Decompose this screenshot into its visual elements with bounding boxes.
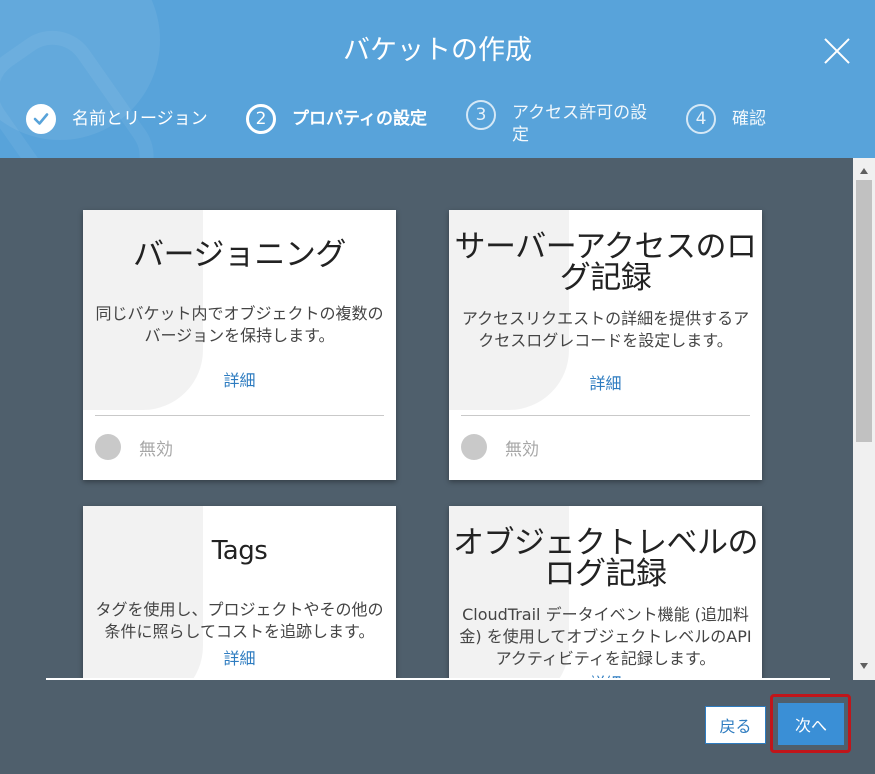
card-description: 同じバケット内でオブジェクトの複数のバージョンを保持します。 [95, 304, 384, 345]
card-background-icon [83, 506, 203, 680]
create-bucket-dialog: バケットの作成 名前とリージョン 2 プロパティの設定 3 アクセス許可の設 定… [0, 0, 875, 774]
scroll-thumb[interactable] [856, 180, 872, 442]
card-tags[interactable]: Tags タグを使用し、プロジェクトやその他の条件に照らしてコストを追跡します。… [83, 506, 396, 680]
card-title: バージョニング [133, 237, 346, 273]
checkmark-icon [26, 104, 56, 134]
step-number: 4 [686, 104, 716, 134]
card-title: オブジェクトレベルの ログ記録 [453, 525, 759, 592]
radio-dot-icon [95, 434, 121, 460]
details-link[interactable]: 詳細 [589, 370, 621, 394]
card-object-level-logging[interactable]: オブジェクトレベルの ログ記録 CloudTrail データイベント機能 (追加… [449, 506, 762, 680]
card-server-access-logging[interactable]: サーバーアクセスのロ グ記録 アクセスリクエストの詳細を提供するアクセスログレコ… [449, 210, 762, 480]
details-link[interactable]: 詳細 [223, 367, 255, 391]
dialog-title: バケットの作成 [343, 35, 532, 66]
next-button[interactable]: 次へ [778, 703, 844, 745]
step-review[interactable]: 4 確認 [686, 104, 766, 134]
step-number: 2 [246, 104, 276, 134]
scroll-down-arrow-icon[interactable] [860, 663, 868, 669]
radio-dot-icon [461, 434, 487, 460]
dialog-header: バケットの作成 名前とリージョン 2 プロパティの設定 3 アクセス許可の設 定… [0, 0, 875, 158]
card-description: タグを使用し、プロジェクトやその他の条件に照らしてコストを追跡します。 [95, 600, 384, 641]
toggle-label: 無効 [505, 439, 539, 460]
step-label: 名前とリージョン [72, 109, 208, 129]
step-permissions[interactable]: 3 アクセス許可の設 定 [466, 100, 686, 146]
step-name-and-region[interactable]: 名前とリージョン [26, 104, 208, 134]
logging-toggle[interactable]: 無効 [461, 434, 539, 460]
step-label: 確認 [732, 109, 766, 129]
card-description: CloudTrail データイベント機能 (追加料金) を使用してオブジェクトレ… [459, 605, 752, 668]
step-properties[interactable]: 2 プロパティの設定 [246, 104, 427, 134]
card-description: アクセスリクエストの詳細を提供するアクセスログレコードを設定します。 [461, 309, 750, 350]
scroll-up-arrow-icon[interactable] [860, 168, 868, 174]
card-versioning[interactable]: バージョニング 同じバケット内でオブジェクトの複数のバージョンを保持します。 詳… [83, 210, 396, 480]
step-label: アクセス許可の設 定 [512, 103, 648, 145]
card-divider [461, 415, 750, 416]
card-title: Tags [211, 536, 268, 566]
card-divider [95, 415, 384, 416]
close-icon[interactable] [822, 36, 852, 66]
toggle-label: 無効 [139, 439, 173, 460]
properties-scroll-area: バージョニング 同じバケット内でオブジェクトの複数のバージョンを保持します。 詳… [0, 158, 853, 680]
details-link[interactable]: 詳細 [223, 645, 255, 669]
step-number: 3 [466, 100, 496, 130]
back-button[interactable]: 戻る [705, 706, 766, 744]
versioning-toggle[interactable]: 無効 [95, 434, 173, 460]
card-title: サーバーアクセスのロ グ記録 [454, 229, 757, 296]
footer-divider [46, 678, 830, 680]
vertical-scrollbar[interactable] [853, 158, 875, 680]
step-label: プロパティの設定 [292, 109, 427, 129]
